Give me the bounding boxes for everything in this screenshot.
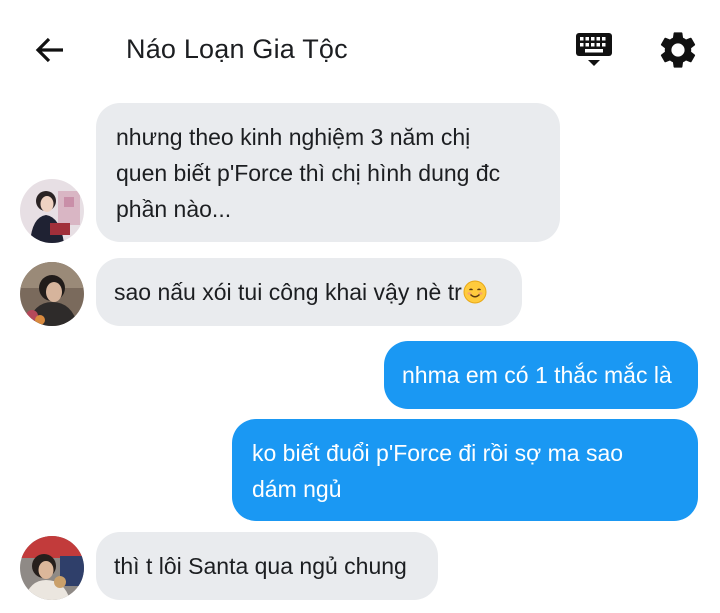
message-bubble-incoming[interactable]: nhưng theo kinh nghiệm 3 năm chị quen bi… (96, 103, 560, 242)
user-photo-avatar (20, 536, 84, 600)
message-bubble-outgoing[interactable]: ko biết đuổi p'Force đi rồi sợ ma sao dá… (232, 419, 698, 521)
message-text: thì t lôi Santa qua ngủ chung (114, 553, 407, 579)
arrow-left-icon (35, 37, 63, 63)
avatar[interactable] (20, 179, 84, 243)
message-text: nhma em có 1 thắc mắc là (402, 362, 672, 388)
message-bubble-outgoing[interactable]: nhma em có 1 thắc mắc là (384, 341, 698, 409)
message-text-line: nhưng theo kinh nghiệm 3 năm chị (116, 124, 471, 150)
gear-icon (660, 32, 696, 68)
message-text-line: quen biết p'Force thì chị hình dung đc (116, 160, 501, 186)
message-bubble-incoming[interactable]: sao nấu xói tui công khai vậy nè tr (96, 258, 522, 326)
avatar[interactable] (20, 262, 84, 326)
message-text-line: phần nào... (116, 196, 232, 222)
message-text: sao nấu xói tui công khai vậy nè tr (114, 279, 462, 305)
chat-title: Náo Loạn Gia Tộc (126, 34, 348, 64)
message-bubble-incoming[interactable]: thì t lôi Santa qua ngủ chung (96, 532, 438, 600)
user-photo-avatar (20, 262, 84, 326)
settings-button[interactable] (656, 28, 700, 72)
keyboard-button[interactable] (574, 30, 614, 70)
keyboard-icon (576, 33, 612, 66)
chat-header: Náo Loạn Gia Tộc (0, 0, 720, 100)
avatar[interactable] (20, 536, 84, 600)
message-text-line: ko biết đuổi p'Force đi rồi sợ ma sao (252, 440, 624, 466)
user-photo-avatar (20, 179, 84, 243)
message-text-line: dám ngủ (252, 476, 342, 502)
smiling-face-emoji (463, 280, 487, 304)
back-button[interactable] (30, 30, 70, 70)
